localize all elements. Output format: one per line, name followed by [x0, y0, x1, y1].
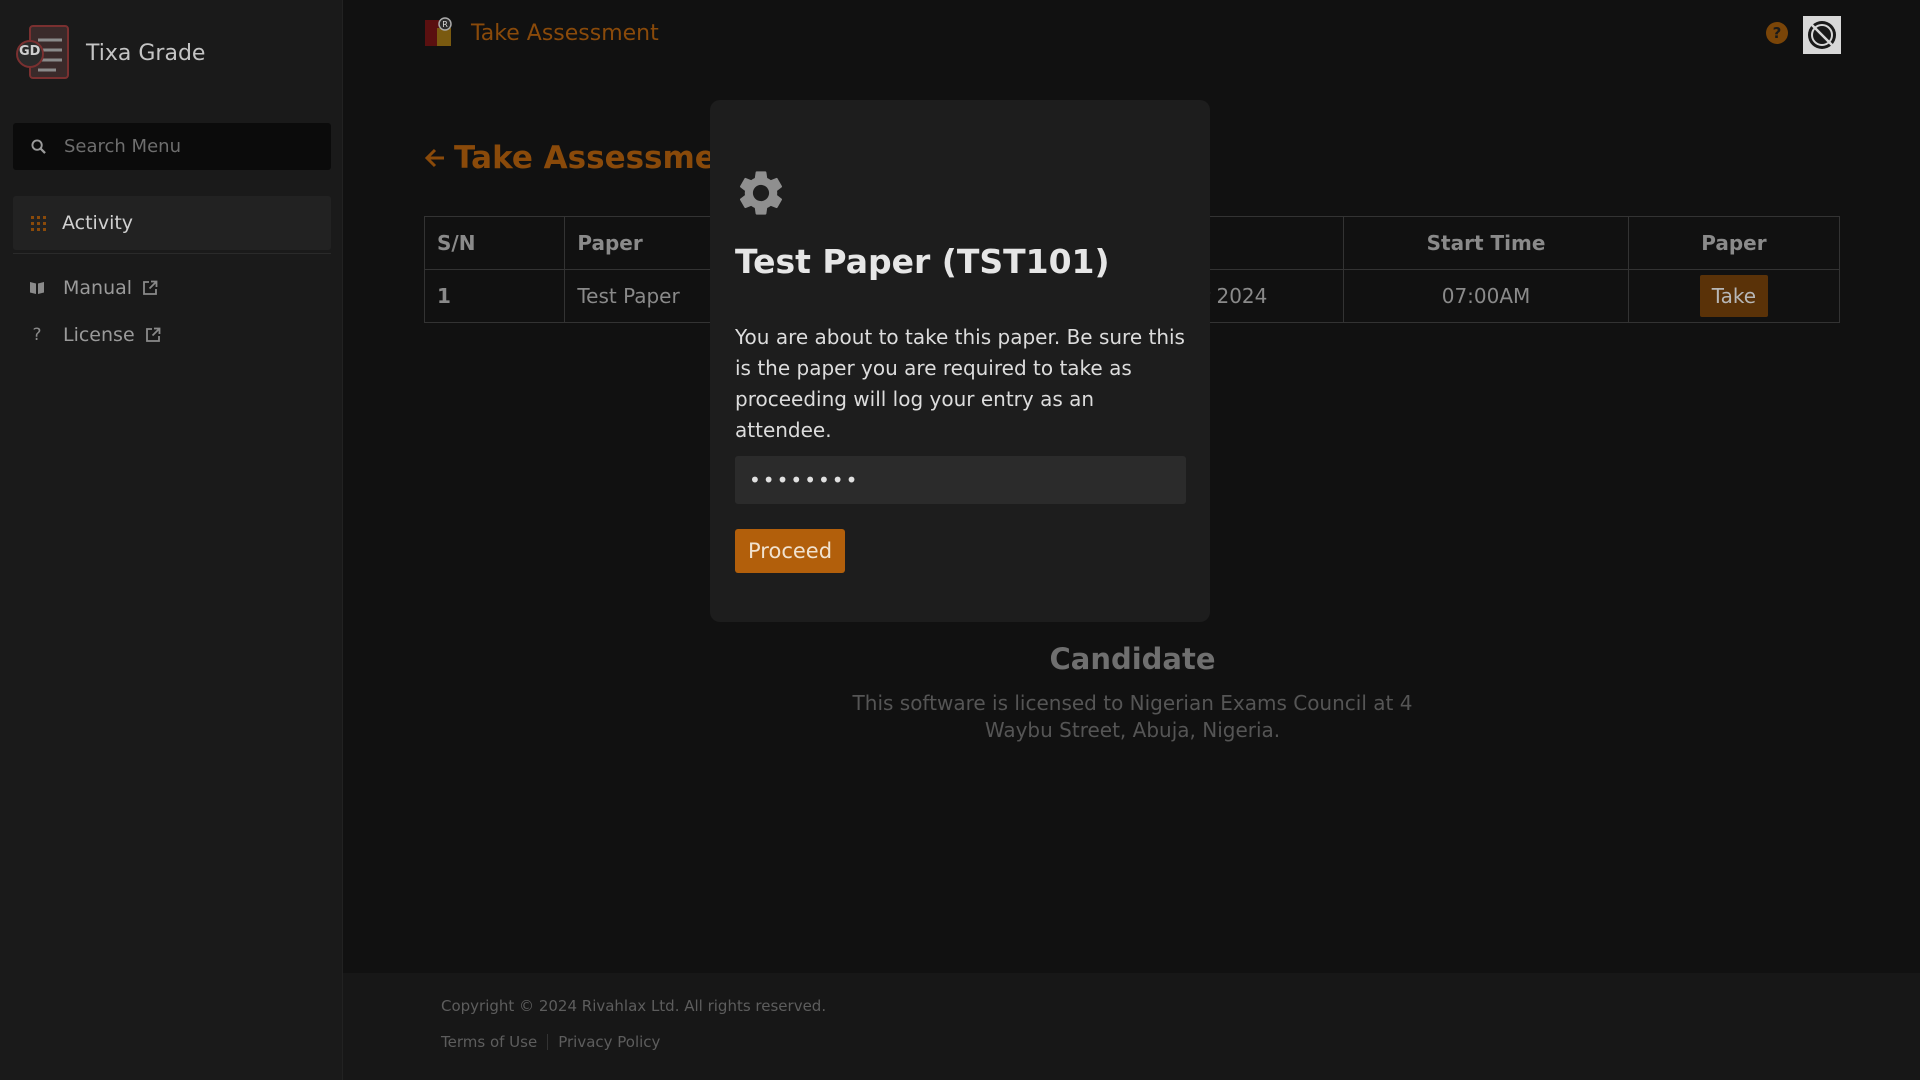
license-text: This software is licensed to Nigerian Ex… — [852, 691, 1413, 742]
footer: Copyright © 2024 Rivahlax Ltd. All right… — [343, 973, 1920, 1080]
search-icon — [31, 139, 46, 154]
sidebar-item-manual[interactable]: Manual — [29, 277, 158, 299]
divider — [13, 253, 331, 254]
terms-link[interactable]: Terms of Use — [441, 1033, 537, 1051]
help-icon[interactable]: ? — [1766, 22, 1788, 44]
sidebar-item-license[interactable]: ? License — [29, 324, 161, 346]
candidate-title: Candidate — [1049, 642, 1216, 676]
cell-action: Take — [1627, 269, 1841, 323]
question-icon: ? — [32, 325, 42, 345]
modal-title: Test Paper (TST101) — [735, 242, 1110, 281]
footer-links: Terms of Use Privacy Policy — [441, 1033, 660, 1051]
modal-message: You are about to take this paper. Be sur… — [735, 325, 1185, 442]
exam-icon: R — [425, 17, 452, 46]
sidebar-item-label: Manual — [63, 277, 133, 299]
external-link-icon — [145, 327, 161, 342]
sidebar-item-label: License — [63, 324, 135, 346]
password-input[interactable] — [735, 456, 1186, 504]
brand-logo-text: GD — [19, 44, 41, 59]
search-box[interactable] — [13, 123, 331, 170]
proceed-button[interactable]: Proceed — [735, 529, 846, 573]
candidate-section: Candidate This software is licensed to N… — [850, 642, 1415, 744]
search-input[interactable] — [62, 135, 312, 158]
header-title-text: Take Assessment — [471, 20, 659, 46]
grid-icon — [31, 215, 46, 231]
cell-start-time: 07:00AM — [1343, 269, 1629, 323]
gear-icon — [739, 171, 783, 215]
header-title: R Take Assessment — [423, 16, 659, 50]
book-icon — [30, 282, 44, 294]
cell-sn: 1 — [423, 269, 566, 323]
divider — [547, 1034, 549, 1050]
take-button[interactable]: Take — [1699, 275, 1769, 317]
column-header-start-time: Start Time — [1343, 216, 1629, 270]
sidebar-item-activity[interactable]: Activity — [13, 196, 331, 250]
user-avatar-icon — [1808, 21, 1836, 49]
sidebar-item-label: Activity — [62, 212, 134, 234]
brand-logo-icon: GD — [16, 24, 72, 82]
confirm-modal: Test Paper (TST101) You are about to tak… — [710, 100, 1210, 622]
avatar[interactable] — [1803, 16, 1841, 54]
column-header-action: Paper — [1627, 216, 1841, 270]
column-header-sn: S/N — [423, 216, 566, 270]
privacy-link[interactable]: Privacy Policy — [558, 1033, 660, 1051]
brand-name: Tixa Grade — [86, 40, 206, 66]
page-title-text: Take Assessment — [454, 140, 753, 176]
page-title: Take Assessment — [424, 140, 753, 176]
external-link-icon — [143, 280, 158, 295]
copyright-text: Copyright © 2024 Rivahlax Ltd. All right… — [441, 997, 827, 1015]
arrow-left-icon[interactable] — [424, 147, 446, 169]
sidebar: GD Tixa Grade Activity Manual — [0, 0, 343, 1080]
brand[interactable]: GD Tixa Grade — [16, 24, 205, 82]
svg-text:R: R — [442, 20, 448, 29]
